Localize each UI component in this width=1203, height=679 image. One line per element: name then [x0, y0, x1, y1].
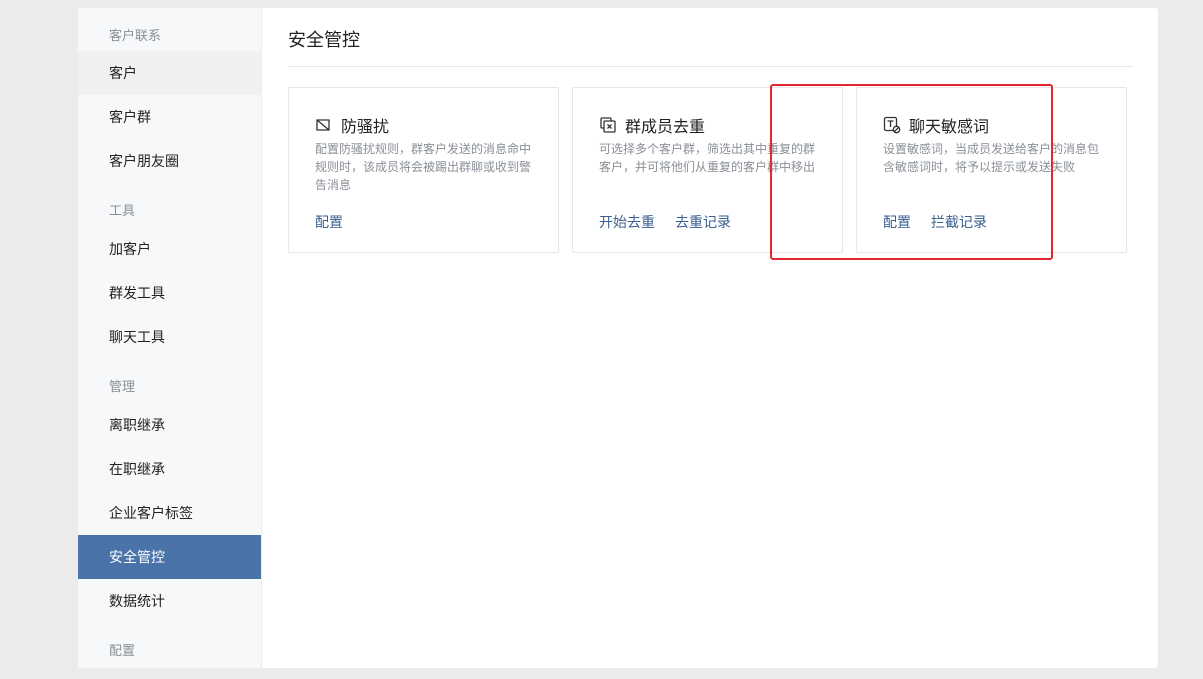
title-divider — [288, 66, 1133, 67]
card-header: 防骚扰 — [315, 113, 389, 137]
dedupe-icon — [599, 116, 617, 134]
card-anti-harassment: 防骚扰 配置防骚扰规则，群客户发送的消息命中规则时，该成员将会被踢出群聊或收到警… — [288, 87, 559, 253]
card-actions: 配置 拦截记录 — [883, 212, 987, 232]
sidebar-section-management: 管理 — [109, 379, 136, 394]
sidebar-item-customer-tags[interactable]: 企业客户标签 — [78, 491, 261, 535]
sidebar-item-customer-groups[interactable]: 客户群 — [78, 95, 261, 139]
card-group-dedupe: 群成员去重 可选择多个客户群，筛选出其中重复的群客户，并可将他们从重复的客户群中… — [572, 87, 843, 253]
main-content: 安全管控 防骚扰 配置防骚扰规则，群客户发送的消息命中规则时，该成员将会被踢出群… — [288, 8, 1133, 668]
sidebar-item-resigned-inheritance[interactable]: 离职继承 — [78, 403, 261, 447]
sidebar-section-config: 配置 — [109, 643, 136, 658]
sidebar-item-broadcast-tool[interactable]: 群发工具 — [78, 271, 261, 315]
start-dedupe-link[interactable]: 开始去重 — [599, 212, 655, 232]
intercept-records-link[interactable]: 拦截记录 — [931, 212, 987, 232]
sidebar-section-customer-contact: 客户联系 — [109, 28, 162, 43]
sidebar: 客户联系 客户 客户群 客户朋友圈 工具 加客户 群发工具 聊天工具 管理 离职… — [78, 8, 262, 668]
card-description: 配置防骚扰规则，群客户发送的消息命中规则时，该成员将会被踢出群聊或收到警告消息 — [315, 142, 532, 192]
app-frame: 客户联系 客户 客户群 客户朋友圈 工具 加客户 群发工具 聊天工具 管理 离职… — [78, 8, 1158, 668]
card-title: 防骚扰 — [341, 119, 390, 136]
configure-link[interactable]: 配置 — [883, 212, 911, 232]
configure-link[interactable]: 配置 — [315, 212, 343, 232]
sidebar-item-onjob-inheritance[interactable]: 在职继承 — [78, 447, 261, 491]
card-header: 聊天敏感词 — [883, 113, 989, 137]
sensitive-word-icon — [883, 116, 901, 134]
dedupe-records-link[interactable]: 去重记录 — [675, 212, 731, 232]
card-description: 设置敏感词，当成员发送给客户的消息包含敏感词时，将予以提示或发送失败 — [883, 142, 1100, 174]
card-header: 群成员去重 — [599, 113, 705, 137]
card-title: 群成员去重 — [625, 119, 706, 136]
page-title: 安全管控 — [288, 30, 360, 50]
card-sensitive-words: 聊天敏感词 设置敏感词，当成员发送给客户的消息包含敏感词时，将予以提示或发送失败… — [856, 87, 1127, 253]
card-actions: 开始去重 去重记录 — [599, 212, 731, 232]
sidebar-item-statistics[interactable]: 数据统计 — [78, 579, 261, 623]
sidebar-item-security-control[interactable]: 安全管控 — [78, 535, 261, 579]
card-description: 可选择多个客户群，筛选出其中重复的群客户，并可将他们从重复的客户群中移出 — [599, 142, 816, 174]
sidebar-item-customers[interactable]: 客户 — [78, 51, 261, 95]
sidebar-item-add-customer[interactable]: 加客户 — [78, 227, 261, 271]
sidebar-item-customer-moments[interactable]: 客户朋友圈 — [78, 139, 261, 183]
sidebar-section-tools: 工具 — [109, 203, 136, 218]
card-title: 聊天敏感词 — [909, 119, 990, 136]
card-actions: 配置 — [315, 212, 343, 232]
sidebar-item-chat-tool[interactable]: 聊天工具 — [78, 315, 261, 359]
shield-off-icon — [315, 116, 333, 134]
